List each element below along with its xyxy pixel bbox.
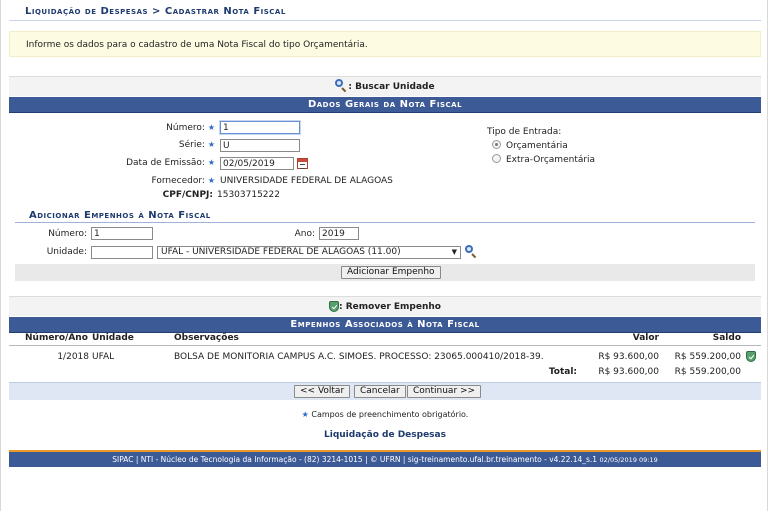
- required-icon: ★: [207, 176, 215, 185]
- row-unidade: UFAL: [92, 352, 115, 362]
- total-valor: R$ 93.600,00: [598, 367, 659, 377]
- numero-nota-input[interactable]: [220, 121, 300, 134]
- extra-orcamentaria-label: Extra-Orçamentária: [506, 155, 596, 165]
- search-unit-link[interactable]: : Buscar Unidade: [348, 82, 434, 92]
- unidade-selected-value: UFAL - UNIVERSIDADE FEDERAL DE ALAGOAS (…: [161, 247, 401, 257]
- serie-label: Série: ★: [178, 140, 215, 150]
- row-observacoes: BOLSA DE MONITORIA CAMPUS A.C. SIMOES. P…: [174, 352, 544, 362]
- serie-input[interactable]: [220, 139, 300, 152]
- table-header-divider: [9, 345, 761, 346]
- unidade-label: Unidade:: [46, 247, 87, 257]
- footer: SIPAC | NTI - Núcleo de Tecnologia da In…: [9, 452, 761, 467]
- col-saldo: Saldo: [712, 333, 741, 343]
- adicionar-empenhos-title: Adicionar Empenhos à Nota Fiscal: [29, 210, 211, 221]
- calendar-icon[interactable]: [297, 158, 308, 169]
- col-observacoes: Observações: [174, 333, 239, 343]
- cpf-label: CPF/CNPJ:: [162, 190, 213, 200]
- add-empenho-button[interactable]: Adicionar Empenho: [341, 266, 441, 279]
- empenho-ano-input[interactable]: [319, 227, 359, 240]
- liquidacao-despesas-link[interactable]: Liquidação de Despesas: [1, 430, 768, 440]
- extra-orcamentaria-radio[interactable]: [492, 154, 501, 163]
- fornecedor-label: Fornecedor: ★: [151, 176, 215, 186]
- col-unidade: Unidade: [92, 333, 134, 343]
- search-unit-legend: : Buscar Unidade: [9, 76, 761, 96]
- required-icon: ★: [207, 140, 215, 149]
- info-message-box: Informe os dados para o cadastro de uma …: [9, 31, 761, 57]
- page-title: Liquidação de Despesas > Cadastrar Nota …: [25, 6, 286, 17]
- row-valor: R$ 93.600,00: [598, 352, 659, 362]
- chevron-down-icon: ▼: [451, 248, 457, 256]
- empenho-numero-label: Número:: [48, 229, 87, 239]
- empenho-numero-input[interactable]: [91, 227, 153, 240]
- empenhos-associados-header: Empenhos Associados à Nota Fiscal: [9, 317, 761, 333]
- footer-text: SIPAC | NTI - Núcleo de Tecnologia da In…: [112, 455, 598, 464]
- row-saldo: R$ 559.200,00: [674, 352, 741, 362]
- remove-empenho-label: : Remover Empenho: [339, 302, 441, 312]
- required-fields-note: ★ Campos de preenchimento obrigatório.: [301, 410, 469, 419]
- row-numero: 1/2018: [57, 352, 89, 362]
- search-icon[interactable]: [465, 245, 478, 259]
- footer-timestamp: 02/05/2019 09:19: [599, 456, 658, 464]
- page: Liquidação de Despesas > Cadastrar Nota …: [0, 0, 768, 511]
- remove-empenho-legend: : Remover Empenho: [9, 296, 761, 316]
- dados-gerais-form: Número: ★ Série: ★ Data de Emissão: ★ Fo…: [9, 113, 761, 283]
- unidade-select[interactable]: UFAL - UNIVERSIDADE FEDERAL DE ALAGOAS (…: [157, 246, 461, 259]
- col-valor: Valor: [632, 333, 659, 343]
- info-message: Informe os dados para o cadastro de uma …: [26, 40, 368, 50]
- remove-empenho-icon[interactable]: [746, 351, 756, 362]
- orcamentaria-label: Orçamentária: [506, 141, 568, 151]
- empenho-ano-label: Ano:: [294, 229, 315, 239]
- voltar-button[interactable]: << Voltar: [294, 385, 351, 398]
- required-icon: ★: [207, 158, 215, 167]
- navigation-bar: << Voltar Cancelar Continuar >>: [9, 382, 761, 400]
- data-emissao-label: Data de Emissão: ★: [126, 158, 215, 168]
- data-emissao-input[interactable]: [220, 157, 294, 170]
- cancelar-button[interactable]: Cancelar: [354, 385, 406, 398]
- dados-gerais-header: Dados Gerais da Nota Fiscal: [9, 97, 761, 113]
- numero-label: Número: ★: [166, 123, 215, 133]
- search-icon[interactable]: [335, 79, 348, 93]
- page-header: Liquidação de Despesas > Cadastrar Nota …: [9, 1, 761, 21]
- cpf-value: 15303715222: [217, 190, 280, 200]
- col-numero-ano: Número/Ano: [25, 333, 88, 343]
- shield-check-icon: [329, 301, 340, 312]
- continuar-button[interactable]: Continuar >>: [407, 385, 482, 398]
- unidade-code-input[interactable]: [91, 246, 153, 259]
- total-label: Total:: [548, 367, 577, 377]
- required-icon: ★: [301, 410, 309, 419]
- total-saldo: R$ 559.200,00: [674, 367, 741, 377]
- tipo-entrada-label: Tipo de Entrada:: [487, 127, 562, 137]
- adicionar-empenhos-header: Adicionar Empenhos à Nota Fiscal: [15, 209, 755, 223]
- orcamentaria-radio[interactable]: [492, 140, 501, 149]
- required-icon: ★: [207, 123, 215, 132]
- add-empenho-bar: Adicionar Empenho: [15, 264, 755, 281]
- fornecedor-value: UNIVERSIDADE FEDERAL DE ALAGOAS: [220, 176, 393, 186]
